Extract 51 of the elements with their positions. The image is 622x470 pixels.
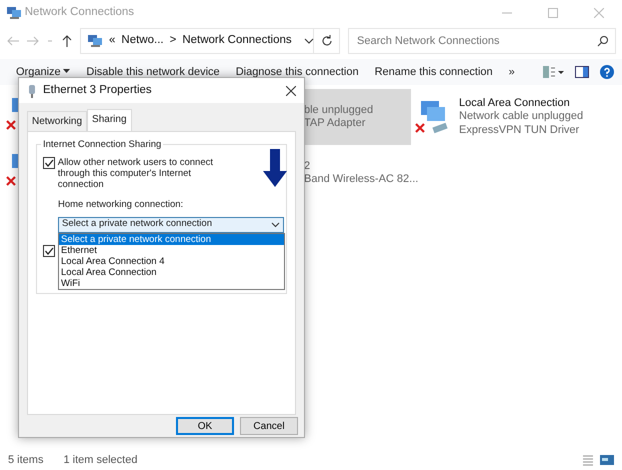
checkbox[interactable] xyxy=(43,244,55,257)
tab[interactable]: Sharing xyxy=(87,109,132,132)
checkbox-label: Allow other network users to connect through this computer's Internet connection xyxy=(58,157,214,190)
view-icon[interactable] xyxy=(542,65,564,79)
refresh-icon[interactable] xyxy=(320,35,332,47)
breadcrumb[interactable]: « xyxy=(109,32,116,50)
address-bar[interactable]: « Netwo... > Network Connections xyxy=(80,28,314,54)
search-field[interactable]: Search Network Connections xyxy=(355,32,597,50)
dropdown-option[interactable]: Local Area Connection 4 xyxy=(59,256,284,267)
field-label: Home networking connection: xyxy=(58,198,184,212)
connection-status: Network cable unplugged xyxy=(459,110,584,124)
dropdown-option[interactable]: Select a private network connection xyxy=(59,234,284,245)
search-icon[interactable] xyxy=(597,35,609,47)
connection-detail: Band Wireless-AC 82... xyxy=(304,173,418,186)
toolbar-button[interactable]: Rename this connection xyxy=(366,64,501,80)
dropdown-option[interactable]: Local Area Connection xyxy=(59,266,284,278)
breadcrumb[interactable]: Network Connections xyxy=(182,32,292,50)
dropdown-option[interactable]: WiFi xyxy=(59,278,284,289)
help-icon[interactable] xyxy=(600,65,614,79)
dropdown-option[interactable]: Ethernet xyxy=(59,244,284,256)
network-icon xyxy=(6,6,22,20)
dialog-title: Ethernet 3 Properties xyxy=(43,83,153,98)
toolbar-button[interactable]: » xyxy=(500,64,523,80)
breadcrumb[interactable]: Netwo... xyxy=(121,32,164,50)
connection-name[interactable]: Local Area Connection xyxy=(459,96,584,110)
arrow-icon xyxy=(263,149,287,187)
selection-count: 1 item selected xyxy=(63,452,138,468)
tiles-view-icon[interactable] xyxy=(600,455,614,465)
details-view-icon[interactable] xyxy=(582,454,594,466)
preview-pane-icon[interactable] xyxy=(575,66,589,78)
connection-device: ExpressVPN TUN Driver xyxy=(459,124,580,138)
toolbar-button[interactable]: Diagnose this connection xyxy=(228,64,367,80)
up-icon[interactable] xyxy=(60,34,74,48)
connection-detail: 2 xyxy=(304,160,312,173)
toolbar-button[interactable]: Organize xyxy=(8,64,78,80)
dialog-button[interactable]: OK xyxy=(176,417,234,435)
checkbox[interactable] xyxy=(43,157,55,170)
network-icon xyxy=(87,34,103,48)
dialog-button[interactable]: Cancel xyxy=(240,417,298,435)
close-icon[interactable] xyxy=(286,86,296,96)
breadcrumb[interactable]: > xyxy=(170,32,176,50)
toolbar-button[interactable]: Disable this network device xyxy=(78,64,228,80)
ethernet-icon xyxy=(27,84,37,98)
search-box[interactable]: Search Network Connections xyxy=(348,28,616,54)
tab[interactable]: Networking xyxy=(27,111,88,132)
item-count: 5 items xyxy=(8,452,44,468)
connection-tile[interactable]: Local Area Connection Network cable unplugged ExpressVPN TUN Driver xyxy=(411,89,618,145)
chevron-icon[interactable] xyxy=(304,36,314,46)
window-title: Network Connections xyxy=(24,5,134,20)
connection-detail: TAP Adapter xyxy=(304,117,366,130)
chevron-icon[interactable] xyxy=(271,222,280,228)
